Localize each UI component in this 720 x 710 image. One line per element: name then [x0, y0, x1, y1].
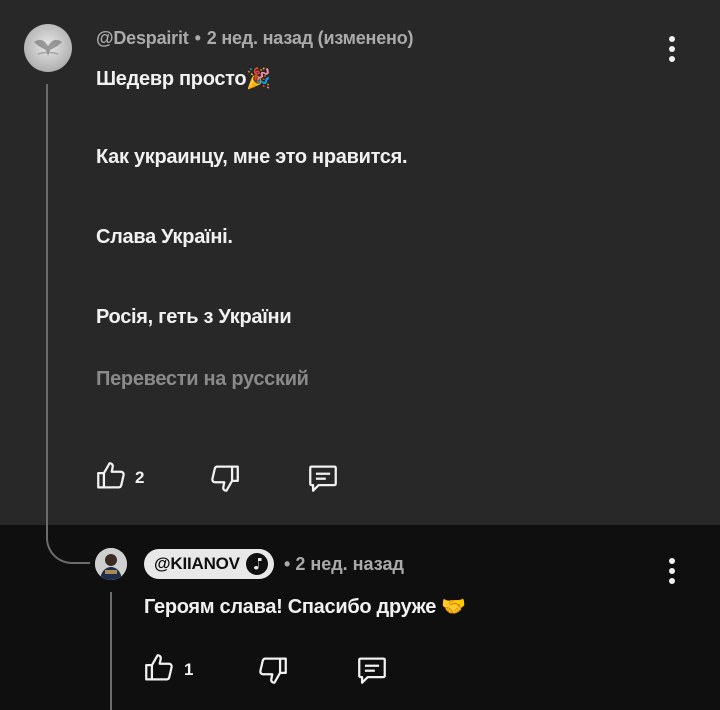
- reply-like-count: 1: [184, 660, 194, 679]
- comment-time[interactable]: 2 нед. назад (изменено): [207, 28, 414, 48]
- comment-menu-button[interactable]: [660, 34, 684, 66]
- party-popper-icon: 🎉: [246, 66, 271, 90]
- meta-separator: •: [194, 28, 201, 48]
- reply-icon: [309, 465, 337, 492]
- music-note-badge-icon: [245, 553, 268, 575]
- comment-line-1: Шедевр просто🎉: [96, 66, 271, 91]
- thread-line-reply: [110, 592, 112, 710]
- handshake-icon: 🤝: [441, 594, 466, 618]
- translate-button[interactable]: Перевести на русский: [96, 368, 309, 391]
- thumb-up-icon: [97, 462, 125, 489]
- dislike-button[interactable]: [208, 461, 242, 500]
- comment-line-4: Росія, геть з України: [96, 306, 292, 328]
- reply-text-content: Героям слава! Спасибо друже: [144, 596, 437, 618]
- thumb-down-icon: [259, 657, 287, 684]
- reply-icon: [358, 657, 386, 684]
- reply-text: Героям слава! Спасибо друже 🤝: [144, 594, 466, 619]
- reply-reply-button[interactable]: [355, 653, 389, 692]
- comment-line-2: Как украинцу, мне это нравится.: [96, 146, 408, 168]
- comment-meta: @Despairit • 2 нед. назад (изменено): [96, 28, 414, 49]
- reply-avatar[interactable]: [95, 548, 127, 580]
- comment-author[interactable]: @Despairit: [96, 28, 189, 48]
- comment-line-1-text: Шедевр просто: [96, 68, 247, 90]
- reply-avatar-image: [95, 548, 127, 580]
- like-button[interactable]: [94, 459, 128, 498]
- reply-button[interactable]: [306, 461, 340, 500]
- thread-line: [46, 84, 48, 534]
- reply-like-button[interactable]: [142, 651, 176, 690]
- like-count: 2: [135, 468, 145, 487]
- thumb-down-icon: [211, 465, 239, 492]
- meta-separator: •: [284, 554, 291, 574]
- reply-meta: • 2 нед. назад: [284, 554, 404, 575]
- reply-author-chip[interactable]: @KIIANOV: [144, 549, 274, 579]
- reply-author[interactable]: @KIIANOV: [154, 554, 240, 574]
- reply-menu-button[interactable]: [660, 556, 684, 588]
- comment-line-3: Слава Україні.: [96, 226, 233, 248]
- avatar[interactable]: [24, 24, 72, 72]
- thumb-up-icon: [145, 654, 173, 681]
- reply-time[interactable]: 2 нед. назад: [295, 554, 404, 574]
- reply-dislike-button[interactable]: [256, 653, 290, 692]
- avatar-bird-icon: [34, 39, 62, 56]
